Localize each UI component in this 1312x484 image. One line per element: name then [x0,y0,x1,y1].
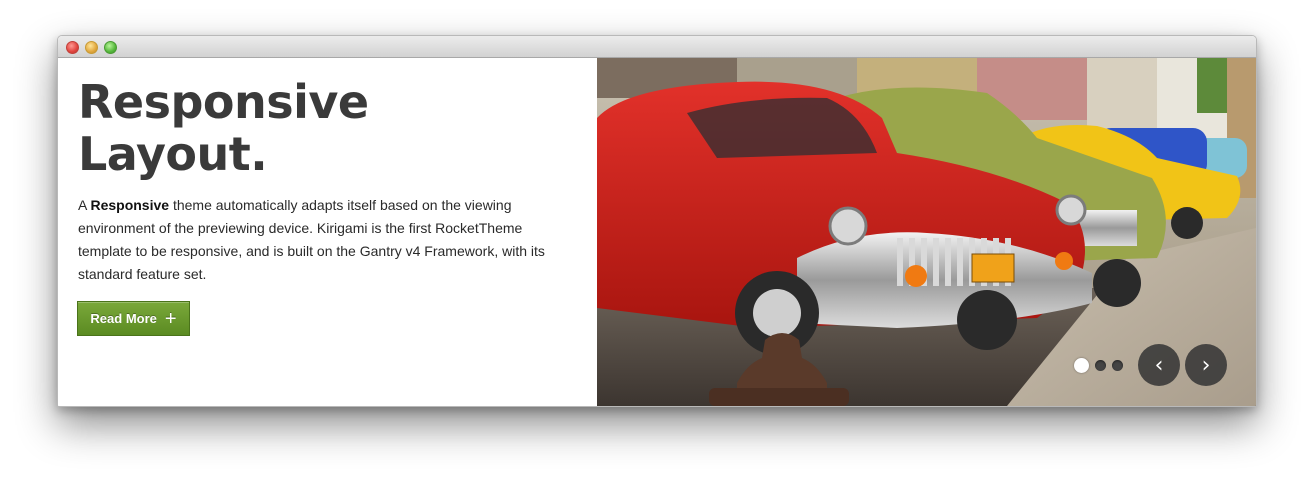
previous-slide-button[interactable]: ‹ [1138,344,1180,386]
title-bar [58,36,1256,58]
feature-panel: Responsive Layout. A Responsive theme au… [58,58,597,406]
description-bold: Responsive [90,197,170,213]
slide-dot-1[interactable] [1074,358,1089,373]
plus-icon: + [164,307,177,330]
browser-window: Responsive Layout. A Responsive theme au… [57,35,1257,407]
minimize-window-button[interactable] [85,41,98,54]
headline-line-2: Layout. [78,127,268,181]
slideshow: ‹ › [597,58,1256,406]
close-window-button[interactable] [66,41,79,54]
read-more-label: Read More [90,311,157,326]
description-prefix: A [78,197,91,213]
slide-dot-3[interactable] [1112,360,1123,371]
description: A Responsive theme automatically adapts … [78,194,548,286]
headline: Responsive Layout. [78,76,369,180]
next-slide-button[interactable]: › [1185,344,1227,386]
chevron-left-icon: ‹ [1154,352,1164,378]
maximize-window-button[interactable] [104,41,117,54]
slide-dot-2[interactable] [1095,360,1106,371]
slide-indicators [1074,358,1123,373]
read-more-button[interactable]: Read More + [77,301,190,336]
headline-line-1: Responsive [78,75,369,129]
chevron-right-icon: › [1201,352,1211,378]
